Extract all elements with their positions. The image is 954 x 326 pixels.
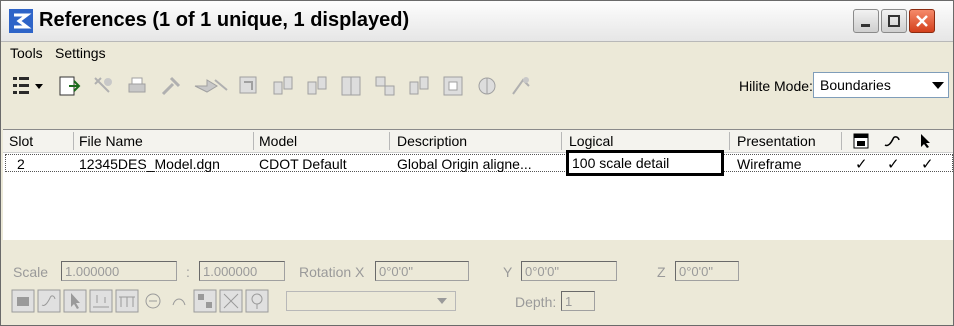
scale-icon[interactable] xyxy=(271,74,295,98)
z-value: 0°0'0" xyxy=(679,264,713,279)
col-logical[interactable]: Logical xyxy=(569,133,613,149)
column-divider[interactable] xyxy=(253,132,254,150)
update-sequence-icon[interactable] xyxy=(167,289,191,313)
z-field[interactable]: 0°0'0" xyxy=(675,261,739,281)
attach-reference-icon[interactable] xyxy=(57,74,81,98)
tip-icon[interactable] xyxy=(245,289,269,313)
display-toggle-icon[interactable] xyxy=(11,289,35,313)
detach-icon[interactable] xyxy=(91,74,115,98)
z-label: Z xyxy=(657,264,666,280)
display-icon[interactable] xyxy=(853,133,869,149)
cell-description: Global Origin aligne... xyxy=(397,156,532,172)
print-icon[interactable] xyxy=(125,74,149,98)
window-title: References (1 of 1 unique, 1 displayed) xyxy=(39,9,410,31)
column-divider[interactable] xyxy=(729,132,730,150)
locate-check[interactable]: ✓ xyxy=(921,155,934,173)
table-row[interactable]: 2 12345DES_Model.dgn CDOT Default Global… xyxy=(3,150,953,176)
references-table: Slot File Name Model Description Logical… xyxy=(3,129,953,240)
snap-toggle-icon[interactable] xyxy=(37,289,61,313)
levels-icon[interactable] xyxy=(193,289,217,313)
rotation-x-value: 0°0'0" xyxy=(379,264,413,279)
col-model[interactable]: Model xyxy=(259,133,297,149)
move-icon[interactable] xyxy=(193,74,229,98)
settings-icon[interactable] xyxy=(159,74,183,98)
locate-toggle-icon[interactable] xyxy=(63,289,87,313)
col-file-name[interactable]: File Name xyxy=(79,133,143,149)
locate-icon[interactable] xyxy=(918,133,934,149)
column-divider[interactable] xyxy=(841,132,842,150)
y-field[interactable]: 0°0'0" xyxy=(521,261,617,281)
clip-mask-icon[interactable] xyxy=(441,74,465,98)
hilite-mode-label: Hilite Mode: xyxy=(739,78,813,94)
clip-boundary-icon[interactable] xyxy=(407,74,431,98)
menu-tools[interactable]: Tools xyxy=(10,45,43,61)
chevron-down-icon xyxy=(932,82,944,89)
rotate-icon[interactable] xyxy=(305,74,329,98)
scale-label: Scale xyxy=(13,264,49,280)
scale-value-1: 1.000000 xyxy=(65,264,120,279)
linestyle-scale-icon[interactable] xyxy=(115,289,139,313)
scale-value-2: 1.000000 xyxy=(203,264,258,279)
column-divider[interactable] xyxy=(389,132,390,150)
col-presentation[interactable]: Presentation xyxy=(737,133,816,149)
true-scale-icon[interactable] xyxy=(89,289,113,313)
mirror-h-icon[interactable] xyxy=(339,74,363,98)
column-divider[interactable] xyxy=(561,132,562,150)
maximize-button[interactable] xyxy=(881,9,907,33)
scale-field-2[interactable]: 1.000000 xyxy=(199,261,285,281)
y-value: 0°0'0" xyxy=(525,264,559,279)
rotation-x-label: Rotation X xyxy=(299,264,365,280)
close-icon xyxy=(916,15,928,27)
scale-colon: : xyxy=(186,264,190,280)
cell-slot: 2 xyxy=(17,156,25,172)
mirror-v-icon[interactable] xyxy=(373,74,397,98)
depth-field[interactable]: 1 xyxy=(561,291,595,311)
title-bar[interactable]: References (1 of 1 unique, 1 displayed) xyxy=(1,1,953,42)
app-icon xyxy=(9,9,33,33)
reference-settings-panel: Scale 1.000000 : 1.000000 Rotation X 0°0… xyxy=(1,241,953,325)
table-header: Slot File Name Model Description Logical… xyxy=(3,130,953,153)
col-slot[interactable]: Slot xyxy=(9,133,33,149)
rotation-x-field[interactable]: 0°0'0" xyxy=(375,261,469,281)
nested-depth-select[interactable] xyxy=(286,291,456,311)
y-label: Y xyxy=(503,264,513,280)
snap-check[interactable]: ✓ xyxy=(887,155,900,173)
close-button[interactable] xyxy=(909,9,935,33)
ignore-attachments-icon[interactable] xyxy=(141,289,165,313)
hilite-mode-value: Boundaries xyxy=(820,77,891,93)
depth-label: Depth: xyxy=(515,294,557,310)
cell-logical-text: 100 scale detail xyxy=(572,155,670,171)
menu-settings[interactable]: Settings xyxy=(55,45,106,61)
snap-icon[interactable] xyxy=(883,133,901,149)
references-window: References (1 of 1 unique, 1 displayed) … xyxy=(0,0,954,326)
display-check[interactable]: ✓ xyxy=(855,155,868,173)
clip-delete-icon[interactable] xyxy=(475,74,499,98)
scale-field-1[interactable]: 1.000000 xyxy=(61,261,177,281)
list-view-icon[interactable] xyxy=(11,74,45,98)
menu-bar: Tools Settings xyxy=(1,42,953,64)
cell-model: CDOT Default xyxy=(259,156,347,172)
maximize-icon xyxy=(888,15,900,27)
cell-logical-highlighted[interactable]: 100 scale detail xyxy=(566,150,724,176)
column-divider[interactable] xyxy=(73,132,74,150)
minimize-button[interactable] xyxy=(853,9,879,33)
nested-attachments-icon[interactable] xyxy=(219,289,243,313)
hilite-mode-select[interactable]: Boundaries xyxy=(813,72,949,98)
depth-value: 1 xyxy=(565,294,573,309)
cell-file-name: 12345DES_Model.dgn xyxy=(79,156,220,172)
chevron-down-icon xyxy=(437,298,447,304)
col-description[interactable]: Description xyxy=(397,133,467,149)
references-toolbar: Hilite Mode: Boundaries xyxy=(1,65,953,107)
reload-icon[interactable] xyxy=(509,74,533,98)
minimize-icon xyxy=(861,24,870,27)
cell-presentation: Wireframe xyxy=(737,156,802,172)
copy-icon[interactable] xyxy=(237,74,261,98)
